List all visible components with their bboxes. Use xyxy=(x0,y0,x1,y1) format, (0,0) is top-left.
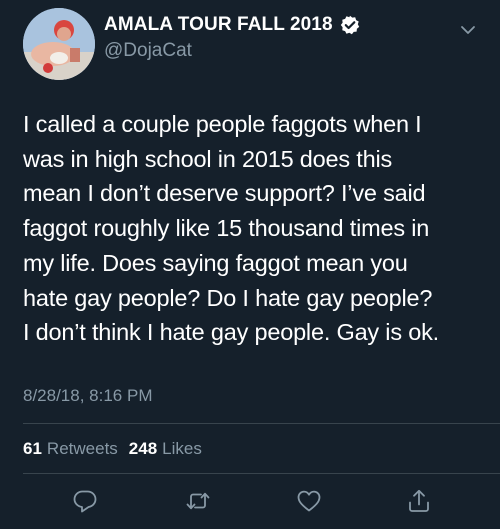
tweet-stats: 61 Retweets 248 Likes xyxy=(23,439,202,459)
author-display-name-text: AMALA TOUR FALL 2018 xyxy=(104,14,333,35)
likes-stat[interactable]: 248 Likes xyxy=(129,439,202,459)
verified-badge-icon xyxy=(340,15,360,35)
reply-button[interactable] xyxy=(71,487,99,515)
reply-icon xyxy=(73,490,97,513)
retweets-count: 61 xyxy=(23,439,42,458)
retweet-icon xyxy=(186,492,210,510)
tweet-text: I called a couple people faggots when I … xyxy=(23,111,439,346)
chevron-down-icon[interactable] xyxy=(458,20,478,40)
tweet-actions xyxy=(0,485,500,521)
likes-count: 248 xyxy=(128,439,158,458)
tweet-timestamp[interactable]: 8/28/18, 8:16 PM xyxy=(23,386,152,406)
share-button[interactable] xyxy=(405,487,433,515)
author-handle[interactable]: @DojaCat xyxy=(104,40,192,62)
divider xyxy=(23,473,500,474)
divider xyxy=(23,423,500,424)
author-display-name[interactable]: AMALA TOUR FALL 2018 xyxy=(104,14,360,36)
heart-icon xyxy=(297,490,321,512)
likes-label: Likes xyxy=(162,439,202,458)
retweets-label: Retweets xyxy=(46,439,118,458)
share-icon xyxy=(409,489,429,512)
tweet-card: AMALA TOUR FALL 2018 @DojaCat I called a… xyxy=(0,0,500,529)
like-button[interactable] xyxy=(295,487,323,515)
retweet-button[interactable] xyxy=(184,487,212,515)
retweets-stat[interactable]: 61 Retweets xyxy=(23,439,118,459)
avatar[interactable] xyxy=(23,8,95,80)
